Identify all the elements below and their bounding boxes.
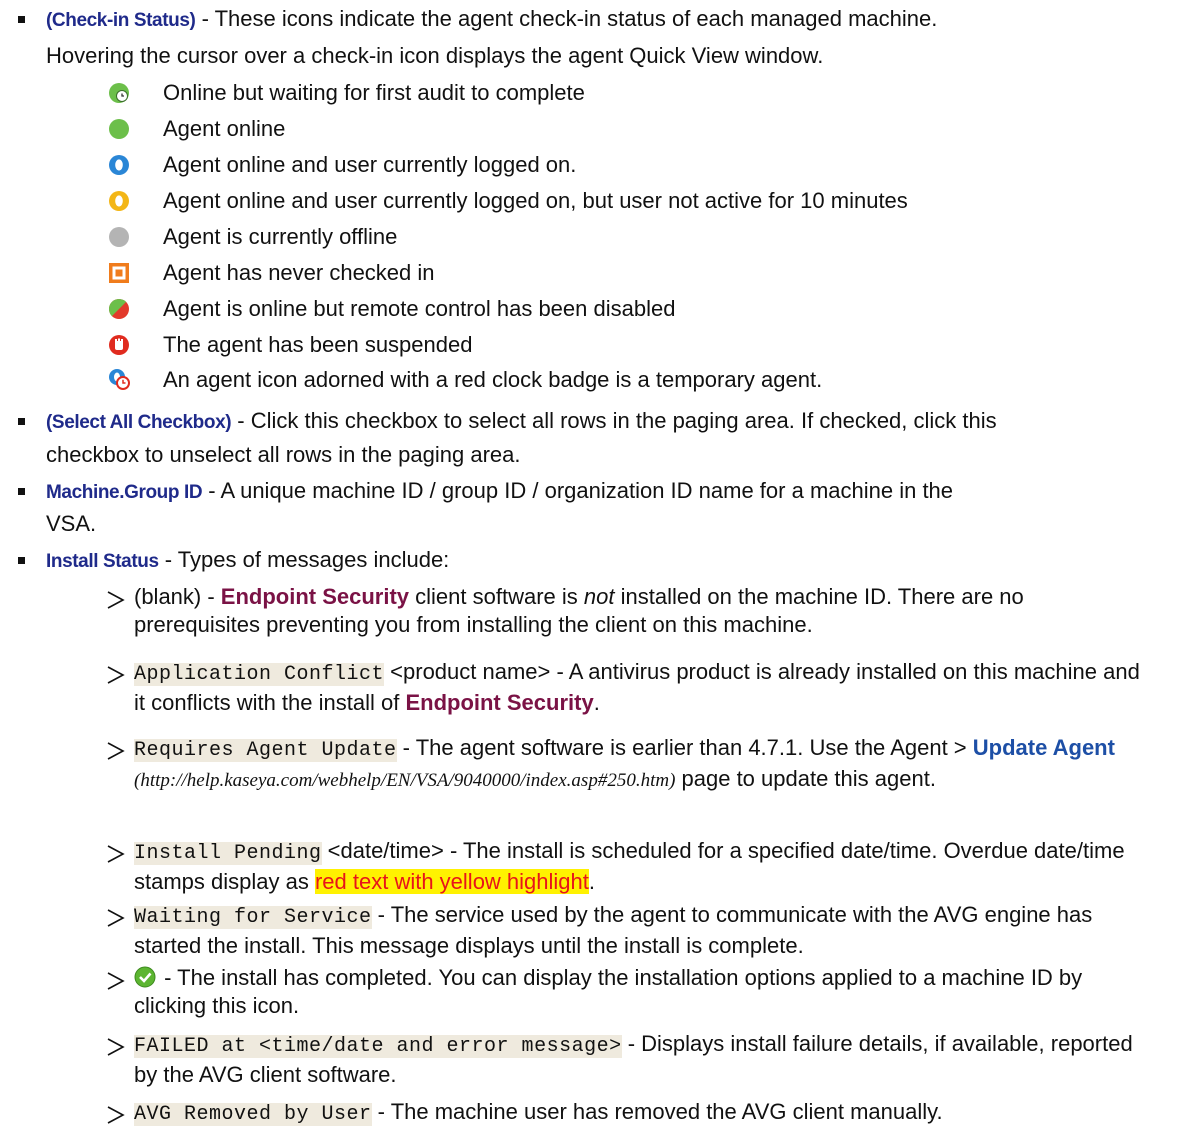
update-agent-url[interactable]: (http://help.kaseya.com/webhelp/EN/VSA/9… (134, 770, 675, 791)
checkin-status-desc: (Check-in Status) - These icons indicate… (46, 6, 938, 31)
status-label: Agent online and user currently logged o… (163, 152, 577, 177)
status-label: The agent has been suspended (163, 332, 473, 357)
product-name: Endpoint Security (405, 690, 594, 715)
status-code: AVG Removed by User (134, 1103, 372, 1126)
term-checkin-status: (Check-in Status) (46, 10, 196, 31)
status-label: Online but waiting for first audit to co… (163, 80, 585, 105)
msg-install-completed: - The install has completed. You can dis… (134, 965, 1083, 1018)
select-all-desc-2: checkbox to unselect all rows in the pag… (46, 442, 521, 467)
green-clock-icon (109, 83, 129, 103)
bullet-square (18, 488, 25, 495)
green-dot-icon (109, 119, 129, 139)
arrow-bullet-icon (107, 1106, 125, 1124)
term-select-all: (Select All Checkbox) (46, 412, 232, 433)
product-name: Endpoint Security (220, 584, 410, 609)
machine-group-desc: Machine.Group ID - A unique machine ID /… (46, 478, 954, 503)
update-agent-link[interactable]: Update Agent (973, 735, 1115, 760)
arrow-bullet-icon (107, 591, 125, 609)
status-label: Agent online and user currently logged o… (163, 188, 908, 213)
half-red-green-icon (108, 298, 129, 319)
bullet-square (18, 418, 25, 425)
arrow-bullet-icon (107, 972, 125, 990)
machine-group-desc-2: VSA. (46, 511, 97, 536)
blue-user-icon (109, 155, 129, 175)
arrow-bullet-icon (107, 666, 125, 684)
status-label: Agent is currently offline (163, 224, 398, 249)
bullet-square (18, 557, 25, 564)
status-code: Waiting for Service (134, 906, 372, 929)
status-code: FAILED at <time/date and error message> (134, 1035, 622, 1058)
msg-waiting-for-service: Waiting for Service - The service used b… (134, 902, 1093, 958)
status-label: An agent icon adorned with a red clock b… (163, 367, 823, 392)
msg-install-pending: Install Pending <date/time> - The instal… (134, 838, 1125, 894)
gray-dot-icon (109, 227, 129, 247)
checkin-status-desc-2: Hovering the cursor over a check-in icon… (46, 43, 824, 68)
green-check-icon[interactable] (134, 966, 158, 988)
select-all-desc: (Select All Checkbox) - Click this check… (46, 408, 997, 433)
arrow-bullet-icon (107, 1038, 125, 1056)
status-code: Requires Agent Update (134, 739, 397, 762)
red-hand-icon (109, 335, 129, 355)
bullet-square (18, 16, 25, 23)
term-machine-group-id: Machine.Group ID (46, 482, 203, 503)
msg-avg-removed: AVG Removed by User - The machine user h… (134, 1099, 943, 1126)
orange-square-icon (109, 263, 129, 283)
msg-failed: FAILED at <time/date and error message> … (134, 1031, 1133, 1087)
yellow-user-icon (109, 191, 129, 211)
install-status-desc: Install Status - Types of messages inclu… (46, 547, 450, 572)
msg-requires-update: Requires Agent Update - The agent softwa… (134, 735, 1115, 791)
status-code: Install Pending (134, 842, 322, 865)
arrow-bullet-icon (107, 909, 125, 927)
msg-blank: (blank) - Endpoint Security client softw… (134, 584, 1024, 637)
temp-agent-clock-icon (109, 369, 130, 390)
status-label: Agent is online but remote control has b… (163, 296, 676, 321)
term-install-status: Install Status (46, 551, 159, 572)
arrow-bullet-icon (107, 845, 125, 863)
highlight-sample: red text with yellow highlight (314, 869, 589, 894)
status-label: Agent has never checked in (163, 260, 435, 285)
arrow-bullet-icon (107, 742, 125, 760)
msg-application-conflict: Application Conflict <product name> - A … (134, 659, 1140, 715)
status-label: Agent online (163, 116, 286, 141)
status-code: Application Conflict (134, 663, 385, 686)
